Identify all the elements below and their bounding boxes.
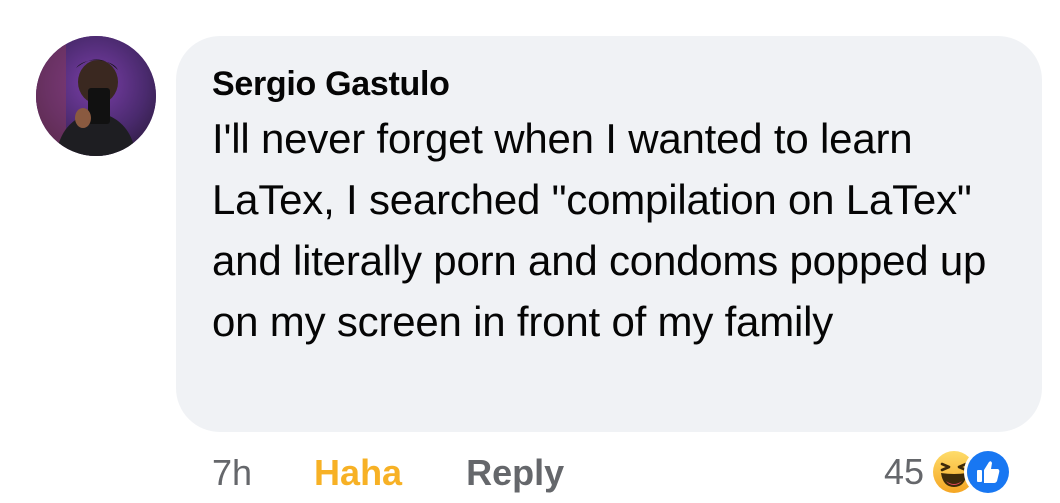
like-thumb-icon xyxy=(964,448,1013,496)
comment-timestamp[interactable]: 7h xyxy=(212,452,252,494)
comment-bubble: Sergio Gastulo I'll never forget when I … xyxy=(176,36,1042,432)
reaction-count: 45 xyxy=(884,451,925,492)
avatar[interactable] xyxy=(36,36,156,156)
haha-reaction-button[interactable]: Haha xyxy=(314,452,402,494)
comment-actions: 7h Haha Reply xyxy=(212,448,564,498)
reply-button[interactable]: Reply xyxy=(466,452,564,494)
avatar-photo-icon xyxy=(36,36,156,156)
comment: Sergio Gastulo I'll never forget when I … xyxy=(0,0,1060,503)
comment-author[interactable]: Sergio Gastulo xyxy=(212,64,1012,104)
comment-text: I'll never forget when I wanted to learn… xyxy=(212,115,987,345)
reaction-summary[interactable]: 45 xyxy=(884,446,1013,498)
